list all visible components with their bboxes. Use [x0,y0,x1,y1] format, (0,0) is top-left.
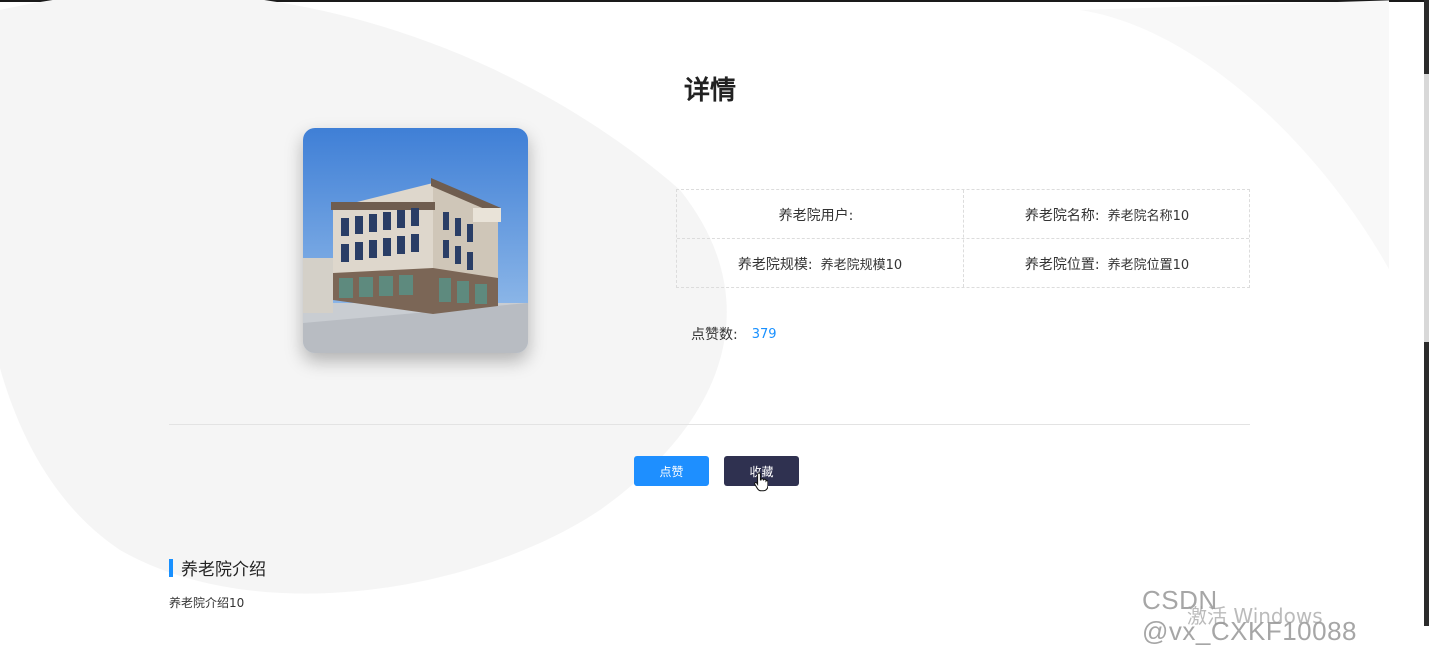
csdn-watermark: CSDN @vx_CXKF10088 [1142,585,1357,646]
name-cell: 养老院名称: 养老院名称10 [964,190,1250,239]
location-value: 养老院位置10 [1107,258,1190,273]
likes-label: 点赞数: [691,327,738,343]
scale-label: 养老院规模: [737,256,813,273]
page-title: 详情 [683,76,736,106]
intro-text: 养老院介绍10 [169,596,245,610]
heading-accent-bar [169,558,173,577]
scale-value: 养老院规模10 [820,258,903,273]
details-table: 养老院用户: 养老院名称: 养老院名称10 养老院规模: 养老院规模10 养老院… [676,189,1250,288]
user-label: 养老院用户: [778,207,854,224]
like-button[interactable]: 点赞 [634,456,709,486]
scrollbar-thumb[interactable] [1424,74,1429,342]
scale-cell: 养老院规模: 养老院规模10 [677,239,963,288]
intro-heading: 养老院介绍 [169,555,266,580]
scrollbar[interactable] [1424,0,1429,626]
likes-count: 379 [751,326,777,342]
name-value: 养老院名称10 [1107,209,1190,224]
pointer-cursor-icon [754,472,768,492]
user-cell: 养老院用户: [677,190,963,239]
intro-heading-text: 养老院介绍 [181,560,266,580]
nursing-home-photo [303,128,528,353]
name-label: 养老院名称: [1024,207,1100,224]
likes-row: 点赞数: 379 [691,324,777,344]
location-label: 养老院位置: [1024,256,1100,273]
location-cell: 养老院位置: 养老院位置10 [964,239,1250,288]
section-divider [169,424,1250,425]
